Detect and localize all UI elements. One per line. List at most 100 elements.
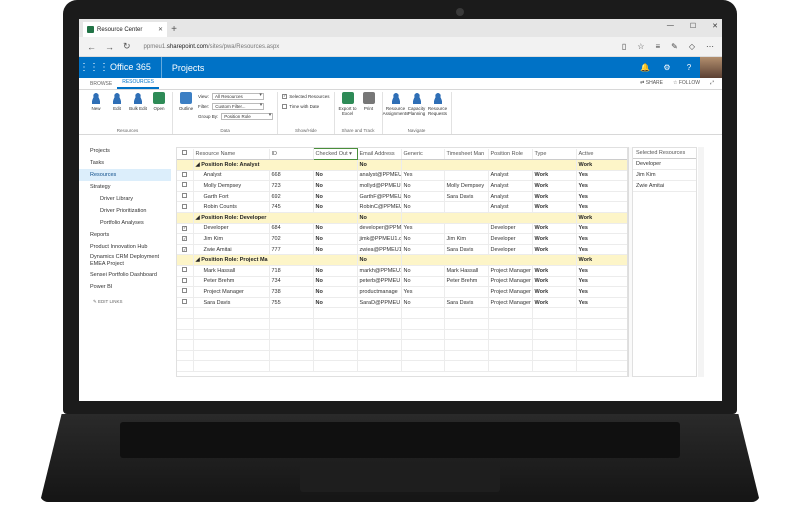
close-window-button[interactable]: ✕: [712, 22, 718, 30]
generic-cell[interactable]: No: [401, 191, 445, 203]
email-cell[interactable]: productmanage: [357, 286, 402, 298]
filter-select[interactable]: Custom Filter...: [212, 102, 265, 110]
active-cell[interactable]: Yes: [576, 286, 627, 298]
active-cell[interactable]: Yes: [576, 297, 627, 309]
row-checkbox[interactable]: [182, 203, 188, 209]
nav-product-innovation-hub[interactable]: Product Innovation Hub: [79, 241, 171, 253]
column-header[interactable]: ID: [269, 148, 314, 160]
row-checkbox[interactable]: [182, 277, 188, 283]
active-cell[interactable]: Yes: [576, 170, 627, 182]
group-title[interactable]: ◢ Position Role: Analyst: [193, 159, 358, 171]
row-select-cell[interactable]: [177, 201, 194, 213]
position-role-cell[interactable]: Project Manager: [488, 265, 533, 277]
id-cell[interactable]: 723: [269, 180, 314, 192]
maximize-button[interactable]: ☐: [690, 22, 696, 30]
browser-tab[interactable]: Resource Center ✕: [83, 22, 167, 37]
outline-button[interactable]: Outline: [177, 92, 195, 111]
resource-requests-button[interactable]: Resource Requests: [428, 92, 447, 116]
export-to-excel-button[interactable]: Export to Excel: [339, 92, 357, 116]
table-row[interactable]: ✓ Jim Kim 702 No jimk@PPMEU1.o No Jim Kim Devel…: [177, 233, 627, 245]
selected-resource-item[interactable]: Developer: [633, 159, 696, 170]
generic-cell[interactable]: Yes: [401, 170, 445, 182]
edit-resource-button[interactable]: Edit: [108, 92, 126, 111]
timesheet-manager-cell[interactable]: Sara Davis: [444, 244, 489, 256]
column-header[interactable]: Timesheet Man: [444, 148, 489, 160]
checked-out-cell[interactable]: No: [313, 170, 358, 182]
sort-dropdown-icon[interactable]: ▾: [348, 151, 352, 157]
tab-resources[interactable]: RESOURCES: [117, 79, 159, 89]
position-role-cell[interactable]: Project Manager: [488, 286, 533, 298]
id-cell[interactable]: 745: [269, 201, 314, 213]
id-cell[interactable]: 734: [269, 276, 314, 288]
nav-sensei-dashboard[interactable]: Sensei Portfolio Dashboard: [79, 269, 171, 281]
table-row[interactable]: Garth Fort 692 No GarthF@PPMEU No Sara Davis A…: [177, 191, 627, 203]
nav-reports[interactable]: Reports: [79, 229, 171, 241]
generic-cell[interactable]: Yes: [401, 223, 445, 235]
edit-links-button[interactable]: ✎ EDIT LINKS: [79, 299, 171, 305]
avatar[interactable]: [700, 57, 722, 78]
row-select-cell[interactable]: [177, 265, 194, 277]
timesheet-manager-cell[interactable]: Jim Kim: [444, 233, 489, 245]
row-checkbox[interactable]: [182, 182, 188, 188]
row-select-cell[interactable]: ✓: [177, 233, 194, 245]
nav-projects[interactable]: Projects: [79, 145, 171, 157]
checked-out-cell[interactable]: No: [313, 223, 358, 235]
app-launcher-icon[interactable]: ⋮⋮⋮: [79, 62, 109, 73]
email-cell[interactable]: SaraD@PPMEU: [357, 297, 402, 309]
vertical-scrollbar[interactable]: [698, 147, 704, 377]
generic-cell[interactable]: Yes: [401, 286, 445, 298]
active-cell[interactable]: Yes: [576, 223, 627, 235]
timesheet-manager-cell[interactable]: [444, 170, 489, 182]
web-note-icon[interactable]: ✎: [671, 42, 678, 51]
selected-resources-checkbox[interactable]: ✓: [282, 93, 288, 99]
email-cell[interactable]: GarthF@PPMEU: [357, 191, 402, 203]
focus-content-icon[interactable]: ⤢: [710, 80, 714, 86]
table-row[interactable]: Project Manager 738 No productmanage Yes Proj…: [177, 286, 627, 298]
nav-strategy[interactable]: Strategy: [79, 181, 171, 193]
print-button[interactable]: Print: [360, 92, 378, 111]
type-cell[interactable]: Work: [532, 276, 577, 288]
type-cell[interactable]: Work: [532, 297, 577, 309]
group-row[interactable]: ◢ Position Role: AnalystNoWorkYes: [177, 159, 627, 171]
id-cell[interactable]: 738: [269, 286, 314, 298]
type-cell[interactable]: Work: [532, 223, 577, 235]
row-select-cell[interactable]: [177, 276, 194, 288]
active-cell[interactable]: Yes: [576, 276, 627, 288]
type-cell[interactable]: Work: [532, 201, 577, 213]
table-row[interactable]: Molly Dempsey 723 No mollyd@PPMEU No Molly De…: [177, 180, 627, 192]
checked-out-cell[interactable]: No: [313, 180, 358, 192]
back-icon[interactable]: ←: [87, 42, 96, 52]
office365-brand[interactable]: Office 365: [106, 57, 162, 78]
id-cell[interactable]: 702: [269, 233, 314, 245]
active-cell[interactable]: Yes: [576, 180, 627, 192]
url-field[interactable]: ppmeu1.sharepoint.com/sites/pwa/Resource…: [144, 44, 613, 50]
resource-name-cell[interactable]: Jim Kim: [193, 233, 270, 245]
email-cell[interactable]: jimk@PPMEU1.o: [357, 233, 402, 245]
row-checkbox[interactable]: ✓: [182, 236, 188, 242]
new-tab-button[interactable]: +: [167, 22, 181, 37]
resource-name-cell[interactable]: Robin Counts: [193, 201, 270, 213]
id-cell[interactable]: 718: [269, 265, 314, 277]
generic-cell[interactable]: No: [401, 276, 445, 288]
type-cell[interactable]: Work: [532, 286, 577, 298]
column-header[interactable]: Checked Out ▾: [312, 148, 358, 160]
nav-driver-prioritization[interactable]: Driver Prioritization: [79, 205, 171, 217]
row-select-cell[interactable]: [177, 180, 194, 192]
minimize-button[interactable]: —: [667, 22, 674, 30]
timesheet-manager-cell[interactable]: [444, 201, 489, 213]
tab-browse[interactable]: BROWSE: [85, 81, 117, 89]
row-checkbox[interactable]: [182, 299, 188, 305]
column-header[interactable]: Generic: [401, 148, 445, 160]
table-row[interactable]: ✓ Zwie Amitai 777 No zwiea@PPMEU1 No Sara Davi…: [177, 244, 627, 256]
capacity-planning-button[interactable]: Capacity Planning: [408, 92, 426, 116]
checked-out-cell[interactable]: No: [313, 191, 358, 203]
position-role-cell[interactable]: Analyst: [488, 191, 533, 203]
row-checkbox[interactable]: [182, 193, 188, 199]
row-checkbox[interactable]: [182, 288, 188, 294]
position-role-cell[interactable]: Analyst: [488, 180, 533, 192]
share-icon[interactable]: ◇: [689, 42, 695, 51]
active-cell[interactable]: Yes: [576, 233, 627, 245]
row-select-cell[interactable]: [177, 297, 194, 309]
position-role-cell[interactable]: Developer: [488, 233, 533, 245]
active-cell[interactable]: Yes: [576, 201, 627, 213]
